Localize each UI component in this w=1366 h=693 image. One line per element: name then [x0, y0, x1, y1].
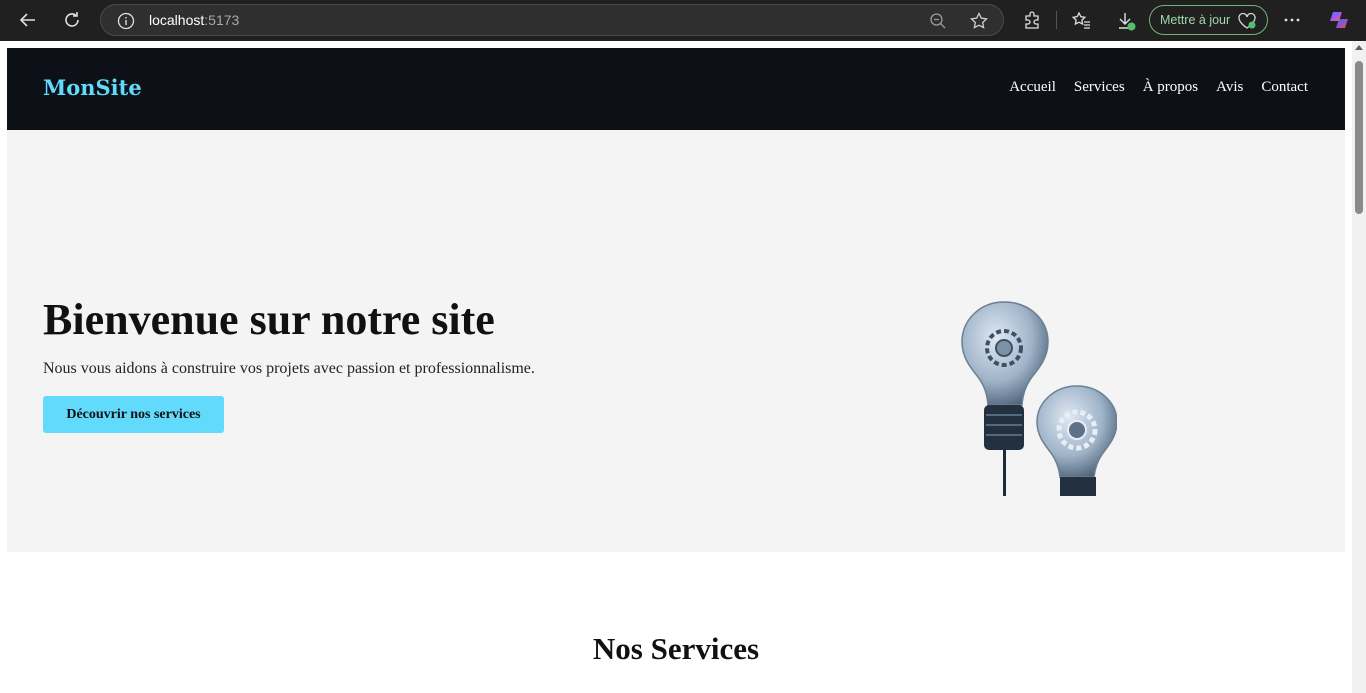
copilot-icon[interactable]: [1328, 9, 1350, 31]
site-logo[interactable]: MonSite: [43, 75, 142, 100]
nav-link-avis[interactable]: Avis: [1216, 79, 1243, 96]
nav-link-services[interactable]: Services: [1074, 79, 1125, 96]
address-bar[interactable]: localhost:5173: [100, 4, 1004, 36]
services-heading: Nos Services: [592, 631, 760, 666]
toolbar-divider: [1056, 11, 1057, 29]
downloads-icon[interactable]: [1115, 10, 1136, 31]
scrollbar-thumb[interactable]: [1355, 61, 1363, 214]
nav-link-contact[interactable]: Contact: [1261, 79, 1308, 96]
main-nav: Accueil Services À propos Avis Contact: [1009, 79, 1308, 96]
favorite-star-icon[interactable]: [969, 11, 989, 31]
scroll-up-icon[interactable]: [1355, 45, 1363, 50]
extensions-icon[interactable]: [1022, 10, 1042, 30]
hero-section: Bienvenue sur notre site Nous vous aidon…: [7, 130, 1345, 552]
update-button[interactable]: Mettre à jour: [1149, 5, 1268, 35]
hero-title: Bienvenue sur notre site: [43, 295, 495, 344]
info-icon[interactable]: [117, 12, 135, 30]
lightbulbs-gears-image: [961, 301, 1117, 496]
reload-icon[interactable]: [60, 8, 84, 32]
discover-services-button[interactable]: Découvrir nos services: [43, 396, 224, 433]
hero-subtitle: Nous vous aidons à construire vos projet…: [43, 360, 535, 377]
page-viewport: MonSite Accueil Services À propos Avis C…: [0, 41, 1352, 693]
more-icon[interactable]: [1282, 10, 1302, 30]
url-host: localhost: [149, 12, 205, 28]
url-text[interactable]: localhost:5173: [149, 12, 239, 28]
zoom-out-icon[interactable]: [929, 12, 947, 30]
favorites-icon[interactable]: [1071, 10, 1091, 30]
nav-link-accueil[interactable]: Accueil: [1009, 79, 1056, 96]
browser-toolbar: localhost:5173 Mettre à jour: [0, 0, 1366, 41]
back-icon[interactable]: [16, 8, 40, 32]
site-header: MonSite Accueil Services À propos Avis C…: [7, 48, 1345, 130]
url-port: :5173: [204, 12, 240, 28]
nav-link-a-propos[interactable]: À propos: [1143, 79, 1198, 96]
health-icon: [1238, 12, 1256, 29]
update-label: Mettre à jour: [1160, 13, 1231, 27]
page-scrollbar[interactable]: [1352, 41, 1366, 693]
